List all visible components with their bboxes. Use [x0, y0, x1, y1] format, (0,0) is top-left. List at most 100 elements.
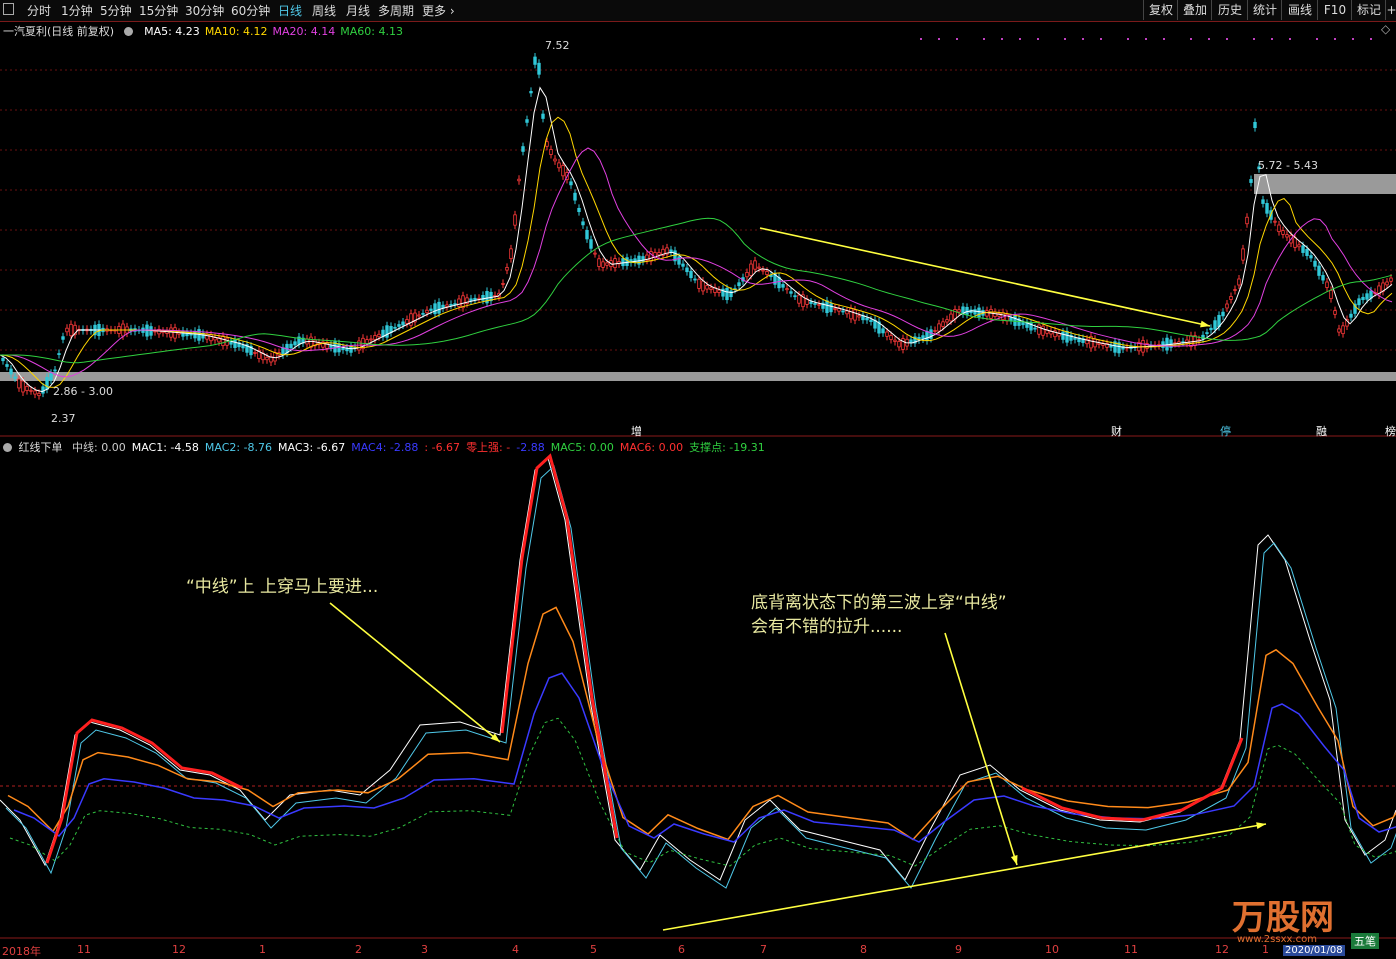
candle-body [1329, 289, 1333, 300]
candle-body [785, 288, 789, 291]
candle-body [869, 319, 873, 322]
candle-body [761, 269, 765, 272]
candle-body [553, 158, 557, 162]
candle-body [449, 304, 453, 306]
candle-body [745, 272, 749, 278]
candle-body [5, 364, 9, 367]
indicator-info-line: 红线下单 中线: 0.00 MAC1: -4.58 MAC2: -8.76 MAC3:… [3, 439, 765, 455]
candle-body [1033, 327, 1037, 330]
candle-body [417, 314, 421, 317]
candle-body [765, 271, 769, 275]
candle-body [29, 389, 33, 392]
candle-body [33, 390, 37, 395]
candle-body [993, 311, 997, 317]
settings-circle-icon[interactable] [123, 27, 133, 36]
event-marker[interactable]: 停 [1220, 423, 1231, 439]
candle-body [797, 294, 801, 304]
candle-body [425, 309, 429, 314]
time-axis-label: 10 [1045, 943, 1059, 956]
five-stroke-badge[interactable]: 五笔 [1351, 933, 1379, 949]
candle-body [561, 165, 565, 177]
signal-dot [1289, 38, 1291, 40]
candle-body [593, 252, 597, 255]
candle-body [573, 192, 577, 201]
candle-body [1277, 224, 1281, 233]
candle-body [1389, 277, 1393, 282]
annotation-arrow-2 [944, 632, 1018, 866]
candle-body [781, 284, 785, 288]
indicator-value: -2.88 [516, 441, 545, 454]
time-axis-label: 11 [1124, 943, 1138, 956]
time-axis-label: 12 [172, 943, 186, 956]
candle-body [49, 372, 53, 381]
event-marker[interactable]: 榜 [1385, 423, 1396, 439]
candle-body [265, 356, 269, 361]
candle-body [233, 339, 237, 348]
divergence-trend-arrow-head [1256, 822, 1266, 830]
candle-body [1365, 293, 1369, 300]
candle-body [1253, 121, 1257, 129]
annotation-text-2a: 底背离状态下的第三波上穿“中线” [751, 593, 1007, 613]
signal-dot [1370, 38, 1372, 40]
candle-body [65, 327, 69, 333]
signal-dot [1316, 38, 1318, 40]
candle-body [9, 368, 13, 375]
event-marker[interactable]: 增 [631, 423, 642, 439]
time-axis-label: 4 [512, 943, 519, 956]
candle-body [1009, 317, 1013, 321]
candle-body [481, 295, 485, 301]
mac4-line [13, 672, 1396, 843]
candle-body [621, 258, 625, 267]
candle-body [1285, 234, 1289, 238]
signal-dot [1019, 38, 1021, 40]
signal-dot [1190, 38, 1192, 40]
candle-body [881, 328, 885, 334]
candle-body [537, 62, 541, 75]
candle-body [601, 261, 605, 268]
candle-body [933, 330, 937, 332]
ma-value: MA10: 4.12 [204, 25, 268, 38]
support-line [9, 717, 1396, 867]
zone-high-label: 5.72 - 5.43 [1258, 159, 1318, 172]
candle-body [1321, 275, 1325, 281]
candle-body [705, 285, 709, 290]
event-marker[interactable]: 融 [1316, 423, 1327, 439]
signal-dot [1100, 38, 1102, 40]
indicator-value: MAC5: 0.00 [550, 441, 614, 454]
indicator-name[interactable]: 红线下单 [19, 441, 63, 454]
red-signal-segment [45, 718, 243, 864]
time-axis-label: 5 [590, 943, 597, 956]
candle-body [1073, 337, 1077, 340]
candle-body [1209, 327, 1213, 331]
ma-value: MA60: 4.13 [340, 25, 403, 38]
candle-body [1225, 303, 1229, 309]
stock-label[interactable]: 一汽夏利(日线 前复权) [3, 25, 114, 38]
signal-dot [1226, 38, 1228, 40]
candle-body [737, 282, 741, 287]
indicator-value: MAC4: -2.88 [351, 441, 419, 454]
candle-body [885, 331, 889, 337]
candle-body [1041, 325, 1045, 336]
candle-body [625, 257, 629, 266]
signal-dot [1082, 38, 1084, 40]
ma10-line [0, 116, 1393, 388]
candle-body [1245, 216, 1249, 225]
candle-body [509, 248, 513, 260]
candle-body [709, 287, 713, 290]
signal-dot [1352, 38, 1354, 40]
event-marker[interactable]: 财 [1111, 423, 1122, 439]
candle-body [557, 162, 561, 169]
mac1-line [0, 457, 1396, 881]
candle-body [985, 310, 989, 317]
candle-body [525, 119, 529, 123]
candle-body [1249, 179, 1253, 183]
candle-body [1305, 249, 1309, 256]
settings-circle-icon[interactable] [3, 443, 12, 452]
candle-body [1165, 337, 1169, 351]
candle-body [809, 301, 813, 304]
candle-body [897, 341, 901, 348]
diamond-icon[interactable]: ◇ [1381, 22, 1390, 36]
candle-body [893, 339, 897, 342]
candle-body [849, 308, 853, 320]
time-axis-label: 2018年 [2, 945, 41, 958]
